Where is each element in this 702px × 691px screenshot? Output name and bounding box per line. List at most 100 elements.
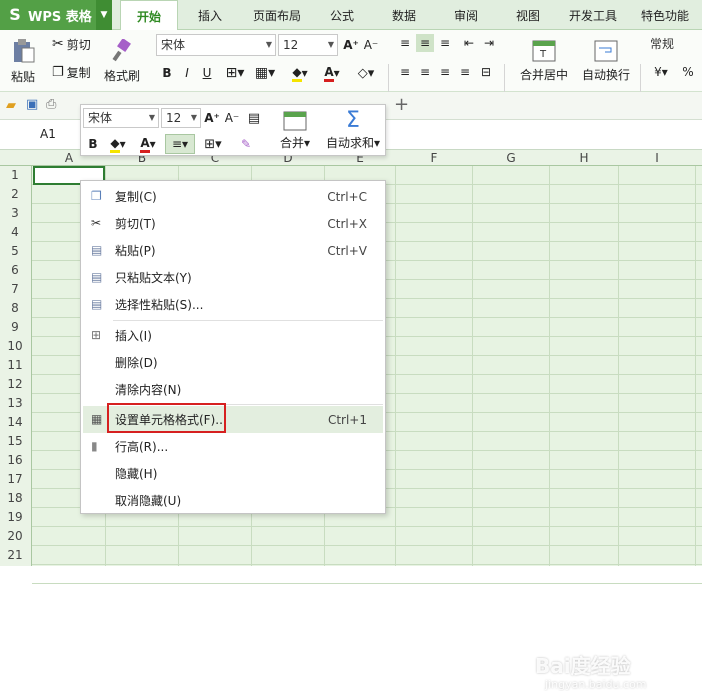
bold-icon[interactable]: B	[85, 134, 101, 154]
row-header[interactable]: 21	[0, 546, 30, 565]
menu-item-unhide[interactable]: 取消隐藏(U)	[83, 487, 383, 514]
cell-name-box[interactable]: A1	[40, 127, 56, 141]
menu-item-paste-special[interactable]: ▤ 选择性粘贴(S)...	[83, 291, 383, 318]
menu-item-row-height[interactable]: ▮ 行高(R)...	[83, 433, 383, 460]
wrap-text-button[interactable]: 自动换行	[580, 34, 632, 88]
row-header[interactable]: 1	[0, 166, 30, 185]
menu-item-delete[interactable]: 删除(D)	[83, 349, 383, 376]
tab-data[interactable]: 数据	[382, 0, 426, 30]
row-header[interactable]: 2	[0, 185, 30, 204]
mini-autosum-button[interactable]: Σ 自动求和▾	[321, 108, 385, 154]
border-icon[interactable]: ⊞▾	[222, 62, 248, 84]
format-painter-button[interactable]: 格式刷	[102, 34, 142, 88]
chevron-down-icon[interactable]: ▼	[96, 0, 112, 30]
row-header[interactable]: 5	[0, 242, 30, 261]
tab-features[interactable]: 特色功能	[634, 0, 696, 30]
menu-item-hide[interactable]: 隐藏(H)	[83, 460, 383, 487]
border-icon[interactable]: ⊞▾	[199, 134, 227, 154]
bold-icon[interactable]: B	[158, 62, 176, 84]
mini-font-name-select[interactable]: 宋体 ▼	[83, 108, 159, 128]
row-header[interactable]: 19	[0, 508, 30, 527]
row-header[interactable]: 10	[0, 337, 30, 356]
column-header[interactable]: H	[550, 150, 618, 166]
decrease-font-icon[interactable]: A⁻	[223, 108, 241, 128]
paste-button[interactable]: 粘贴	[6, 34, 40, 88]
format-cells-icon[interactable]: ▤	[245, 108, 263, 128]
menu-item-insert[interactable]: ⊞ 插入(I)	[83, 322, 383, 349]
copy-button[interactable]: ❐ 复制	[52, 62, 91, 82]
align-left-icon[interactable]: ≡	[396, 62, 414, 82]
font-color-icon[interactable]: A ▾	[318, 62, 346, 84]
outdent-icon[interactable]: ⇤	[460, 34, 478, 52]
new-tab-icon[interactable]: +	[394, 94, 409, 115]
column-header[interactable]: I	[619, 150, 695, 166]
row-header[interactable]: 8	[0, 299, 30, 318]
row-header[interactable]: 6	[0, 261, 30, 280]
tab-page-layout[interactable]: 页面布局	[246, 0, 308, 30]
mini-font-size-select[interactable]: 12 ▼	[161, 108, 201, 128]
row-header[interactable]: 13	[0, 394, 30, 413]
indent-icon[interactable]: ⇥	[480, 34, 498, 52]
align-bottom-icon[interactable]: ≡	[436, 34, 454, 52]
print-icon[interactable]: ⎙	[46, 97, 56, 112]
font-color-icon[interactable]: A ▾	[135, 134, 161, 154]
scissors-icon: ✂	[91, 216, 102, 230]
row-header[interactable]: 14	[0, 413, 30, 432]
row-header[interactable]: 17	[0, 470, 30, 489]
tab-view[interactable]: 视图	[506, 0, 550, 30]
row-header[interactable]: 15	[0, 432, 30, 451]
fill-color-icon[interactable]: ◆ ▾	[286, 62, 314, 84]
column-header[interactable]: G	[473, 150, 549, 166]
italic-icon[interactable]: I	[178, 62, 196, 84]
tab-home[interactable]: 开始	[120, 0, 178, 31]
cut-button[interactable]: ✂ 剪切	[52, 34, 91, 54]
align-right-icon[interactable]: ≡	[436, 62, 454, 82]
fill-pattern-icon[interactable]: ▦▾	[252, 62, 278, 84]
row-header[interactable]: 16	[0, 451, 30, 470]
row-header[interactable]: 7	[0, 280, 30, 299]
align-top-icon[interactable]: ≡	[396, 34, 414, 52]
font-size-select[interactable]: 12 ▼	[278, 34, 338, 56]
save-icon[interactable]: ▣	[26, 97, 38, 112]
row-header[interactable]: 9	[0, 318, 30, 337]
menu-item-cut[interactable]: ✂ 剪切(T) Ctrl+X	[83, 210, 383, 237]
menu-item-paste[interactable]: ▤ 粘贴(P) Ctrl+V	[83, 237, 383, 264]
row-header[interactable]: 11	[0, 356, 30, 375]
mini-merge-button[interactable]: 合并▾	[277, 108, 313, 154]
distribute-icon[interactable]: ⊟	[476, 62, 496, 82]
svg-text:T: T	[539, 49, 547, 60]
folder-icon[interactable]: ▰	[6, 98, 16, 113]
font-name-value: 宋体	[161, 38, 186, 52]
increase-font-icon[interactable]: A⁺	[342, 34, 360, 56]
row-header[interactable]: 18	[0, 489, 30, 508]
decrease-font-icon[interactable]: A⁻	[362, 34, 380, 56]
row-header[interactable]: 20	[0, 527, 30, 546]
brush-icon[interactable]: ✎	[235, 134, 257, 154]
row-header[interactable]: 3	[0, 204, 30, 223]
align-middle-icon[interactable]: ≡	[416, 34, 434, 52]
number-format-select[interactable]: 常规	[646, 34, 702, 56]
align-center-icon[interactable]: ≡	[416, 62, 434, 82]
tab-insert[interactable]: 插入	[186, 0, 234, 30]
percent-button[interactable]: %	[680, 62, 696, 82]
clear-format-icon[interactable]: ◇▾	[352, 62, 380, 84]
currency-icon[interactable]: ¥▾	[648, 62, 674, 82]
row-header[interactable]: 12	[0, 375, 30, 394]
tab-review[interactable]: 审阅	[444, 0, 488, 30]
justify-icon[interactable]: ≡	[456, 62, 474, 82]
column-header[interactable]: F	[396, 150, 472, 166]
tab-developer[interactable]: 开发工具	[562, 0, 624, 30]
tab-formula[interactable]: 公式	[320, 0, 364, 30]
fill-color-icon[interactable]: ◆ ▾	[105, 134, 131, 154]
app-menu-button[interactable]: S WPS 表格 ▼	[0, 0, 112, 30]
menu-item-paste-text[interactable]: ▤ 只粘贴文本(Y)	[83, 264, 383, 291]
menu-item-clear[interactable]: 清除内容(N)	[83, 376, 383, 403]
align-center-icon[interactable]: ≡▾	[165, 134, 195, 154]
font-name-select[interactable]: 宋体 ▼	[156, 34, 276, 56]
menu-item-copy[interactable]: ❐ 复制(C) Ctrl+C	[83, 183, 383, 210]
underline-icon[interactable]: U	[198, 62, 216, 84]
clipboard-icon: ▤	[91, 243, 103, 257]
row-header[interactable]: 4	[0, 223, 30, 242]
merge-center-button[interactable]: T 合并居中	[512, 34, 576, 88]
increase-font-icon[interactable]: A⁺	[203, 108, 221, 128]
